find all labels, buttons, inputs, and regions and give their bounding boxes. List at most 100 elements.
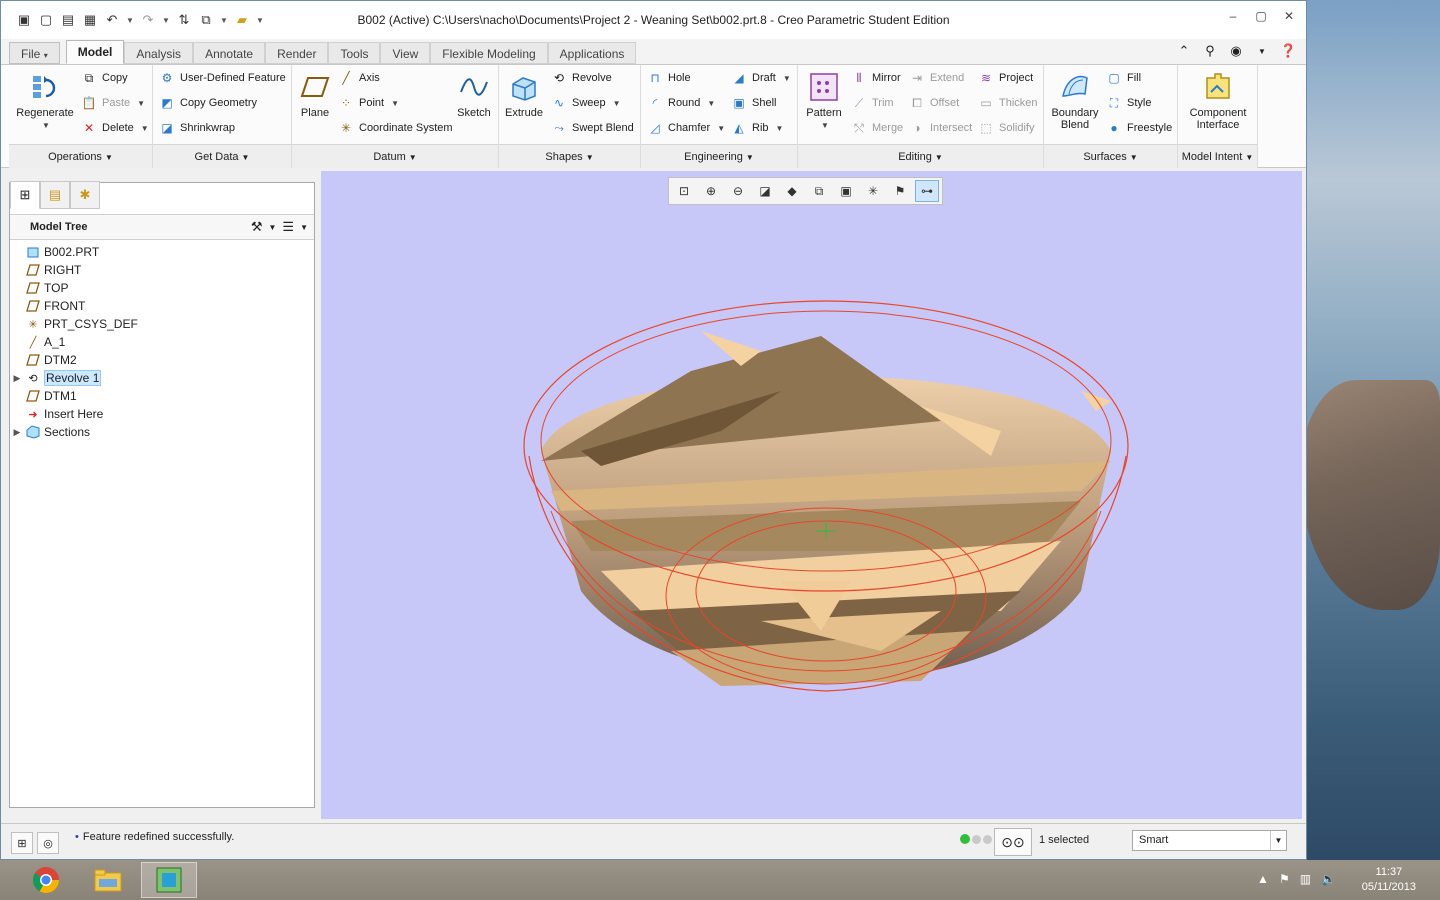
tab-model[interactable]: Model — [65, 40, 125, 64]
taskbar-creo[interactable] — [141, 862, 197, 898]
app-icon[interactable]: ▣ — [15, 11, 33, 29]
axis-button[interactable]: ╱ Axis — [338, 69, 379, 87]
tree-item-front[interactable]: FRONT — [10, 297, 314, 315]
bowl-model[interactable] — [521, 291, 1141, 711]
resource-center-icon[interactable]: ◉ — [1228, 43, 1244, 59]
offset-button[interactable]: ⧠ Offset — [909, 94, 959, 112]
close-button[interactable]: ✕ — [1282, 9, 1296, 23]
customize-qat-icon[interactable]: ▼ — [255, 11, 265, 29]
tab-annotate[interactable]: Annotate — [193, 42, 266, 64]
delete-button[interactable]: ✕ Delete ▼ — [81, 119, 149, 137]
chamfer-button[interactable]: ◿ Chamfer ▼ — [647, 119, 725, 137]
tree-item-insert-here[interactable]: ➜ Insert Here — [10, 405, 314, 423]
redo-icon[interactable]: ↷ — [139, 11, 157, 29]
group-model-intent-label[interactable]: Model Intent ▼ — [1178, 144, 1257, 168]
show-icon[interactable]: ☰ — [282, 219, 294, 235]
datum-display-icon[interactable]: ✳ — [861, 180, 885, 202]
taskbar-chrome[interactable] — [18, 862, 74, 898]
action-center-icon[interactable]: ⚑ — [1279, 872, 1290, 886]
tree-item-dtm2[interactable]: DTM2 — [10, 351, 314, 369]
tree-expander-icon[interactable]: ▶ — [10, 373, 24, 384]
intersect-button[interactable]: ◑ Intersect — [909, 119, 972, 137]
resource-dropdown-icon[interactable]: ▼ — [1254, 47, 1270, 56]
undo-dropdown-icon[interactable]: ▼ — [125, 11, 135, 29]
selection-filter-select[interactable]: Smart ▼ — [1132, 830, 1287, 851]
tree-expander-icon[interactable]: ▶ — [10, 427, 24, 438]
tree-settings-icon[interactable]: ⚒ — [251, 219, 263, 235]
taskbar-file-explorer[interactable] — [80, 862, 136, 898]
tree-item-revolve-1[interactable]: ▶ ⟲ Revolve 1 — [10, 369, 314, 387]
draft-button[interactable]: ◢ Draft ▼ — [731, 69, 790, 87]
zoom-out-icon[interactable]: ⊖ — [726, 180, 750, 202]
freestyle-button[interactable]: ● Freestyle — [1106, 119, 1172, 137]
tab-view[interactable]: View — [380, 42, 431, 64]
group-engineering-label[interactable]: Engineering ▼ — [641, 144, 797, 168]
spin-center-icon[interactable]: ⊶ — [915, 180, 939, 202]
extend-button[interactable]: ⇥ Extend — [909, 69, 964, 87]
toggle-navigator-icon[interactable]: ⊞ — [11, 832, 33, 854]
open-folder-icon[interactable]: ▤ — [59, 11, 77, 29]
udf-button[interactable]: ⚙ User-Defined Feature — [159, 69, 286, 87]
save-icon[interactable]: ▦ — [81, 11, 99, 29]
group-editing-label[interactable]: Editing ▼ — [798, 144, 1043, 168]
minimize-ribbon-icon[interactable]: ⌃ — [1176, 43, 1192, 59]
copy-geometry-button[interactable]: ◩ Copy Geometry — [159, 94, 257, 112]
tree-item-top[interactable]: TOP — [10, 279, 314, 297]
fill-button[interactable]: ▢ Fill — [1106, 69, 1141, 87]
folder-browser-tab[interactable]: ▤ — [40, 181, 70, 209]
tree-item-prt-csys-def[interactable]: ✳ PRT_CSYS_DEF — [10, 315, 314, 333]
csys-button[interactable]: ✳ Coordinate System — [338, 119, 453, 137]
tab-applications[interactable]: Applications — [547, 42, 637, 64]
new-file-icon[interactable]: ▢ — [37, 11, 55, 29]
pattern-button[interactable]: Pattern ▼ — [802, 71, 846, 131]
shrinkwrap-button[interactable]: ◪ Shrinkwrap — [159, 119, 235, 137]
close-window-icon[interactable]: ▰ — [233, 11, 251, 29]
tree-item-dtm1[interactable]: DTM1 — [10, 387, 314, 405]
clock[interactable]: 11:37 05/11/2013 — [1362, 865, 1416, 895]
group-operations-label[interactable]: Operations ▼ — [9, 144, 152, 168]
repaint-icon[interactable]: ◪ — [753, 180, 777, 202]
group-shapes-label[interactable]: Shapes ▼ — [499, 144, 640, 168]
thicken-button[interactable]: ▭ Thicken — [978, 94, 1037, 112]
volume-icon[interactable]: 🔈 — [1321, 872, 1336, 886]
tab-render[interactable]: Render — [265, 42, 329, 64]
graphics-window[interactable]: ⊡ ⊕ ⊖ ◪ ◆ ⧉ ▣ ✳ ⚑ ⊶ — [321, 171, 1302, 819]
search-icon[interactable]: ⚲ — [1202, 43, 1218, 59]
mirror-button[interactable]: ⫴ Mirror — [851, 69, 900, 87]
sweep-button[interactable]: ∿ Sweep ▼ — [551, 94, 621, 112]
point-button[interactable]: ⁘ Point ▼ — [338, 94, 399, 112]
display-style-icon[interactable]: ◆ — [780, 180, 804, 202]
regenerate-icon[interactable]: ⇅ — [175, 11, 193, 29]
rib-button[interactable]: ◭ Rib ▼ — [731, 119, 783, 137]
regenerate-button[interactable]: Regenerate ▼ — [15, 71, 75, 131]
favorites-tab[interactable]: ✱ — [70, 181, 100, 209]
round-button[interactable]: ◜ Round ▼ — [647, 94, 716, 112]
minimize-button[interactable]: – — [1226, 9, 1240, 23]
toggle-browser-icon[interactable]: ◎ — [37, 832, 59, 854]
paste-button[interactable]: 📋 Paste ▼ — [81, 94, 146, 112]
group-datum-label[interactable]: Datum ▼ — [292, 144, 498, 168]
redo-dropdown-icon[interactable]: ▼ — [161, 11, 171, 29]
sketch-button[interactable]: Sketch — [454, 71, 494, 119]
group-surfaces-label[interactable]: Surfaces ▼ — [1044, 144, 1177, 168]
zoom-in-icon[interactable]: ⊕ — [699, 180, 723, 202]
swept-blend-button[interactable]: ⤳ Swept Blend — [551, 119, 634, 137]
merge-button[interactable]: ⤲ Merge — [851, 119, 903, 137]
style-button[interactable]: ⛶ Style — [1106, 94, 1152, 112]
shell-button[interactable]: ▣ Shell — [731, 94, 776, 112]
copy-button[interactable]: ⧉ Copy — [81, 69, 128, 87]
annotation-display-icon[interactable]: ⚑ — [888, 180, 912, 202]
help-icon[interactable]: ❓ — [1280, 43, 1296, 59]
tree-settings-dropdown-icon[interactable]: ▼ — [269, 223, 277, 232]
component-interface-button[interactable]: Component Interface — [1182, 71, 1254, 131]
plane-button[interactable]: Plane — [296, 71, 334, 119]
model-tree-tab[interactable]: ⊞ — [10, 181, 40, 209]
tree-item-b002-prt[interactable]: B002.PRT — [10, 243, 314, 261]
tree-item-sections[interactable]: ▶ Sections — [10, 423, 314, 441]
tab-flexible-modeling[interactable]: Flexible Modeling — [430, 42, 548, 64]
network-icon[interactable]: ▥ — [1300, 872, 1311, 886]
maximize-button[interactable]: ▢ — [1254, 9, 1268, 23]
solidify-button[interactable]: ⬚ Solidify — [978, 119, 1034, 137]
boundary-blend-button[interactable]: Boundary Blend — [1046, 71, 1104, 131]
extrude-button[interactable]: Extrude — [501, 71, 547, 119]
